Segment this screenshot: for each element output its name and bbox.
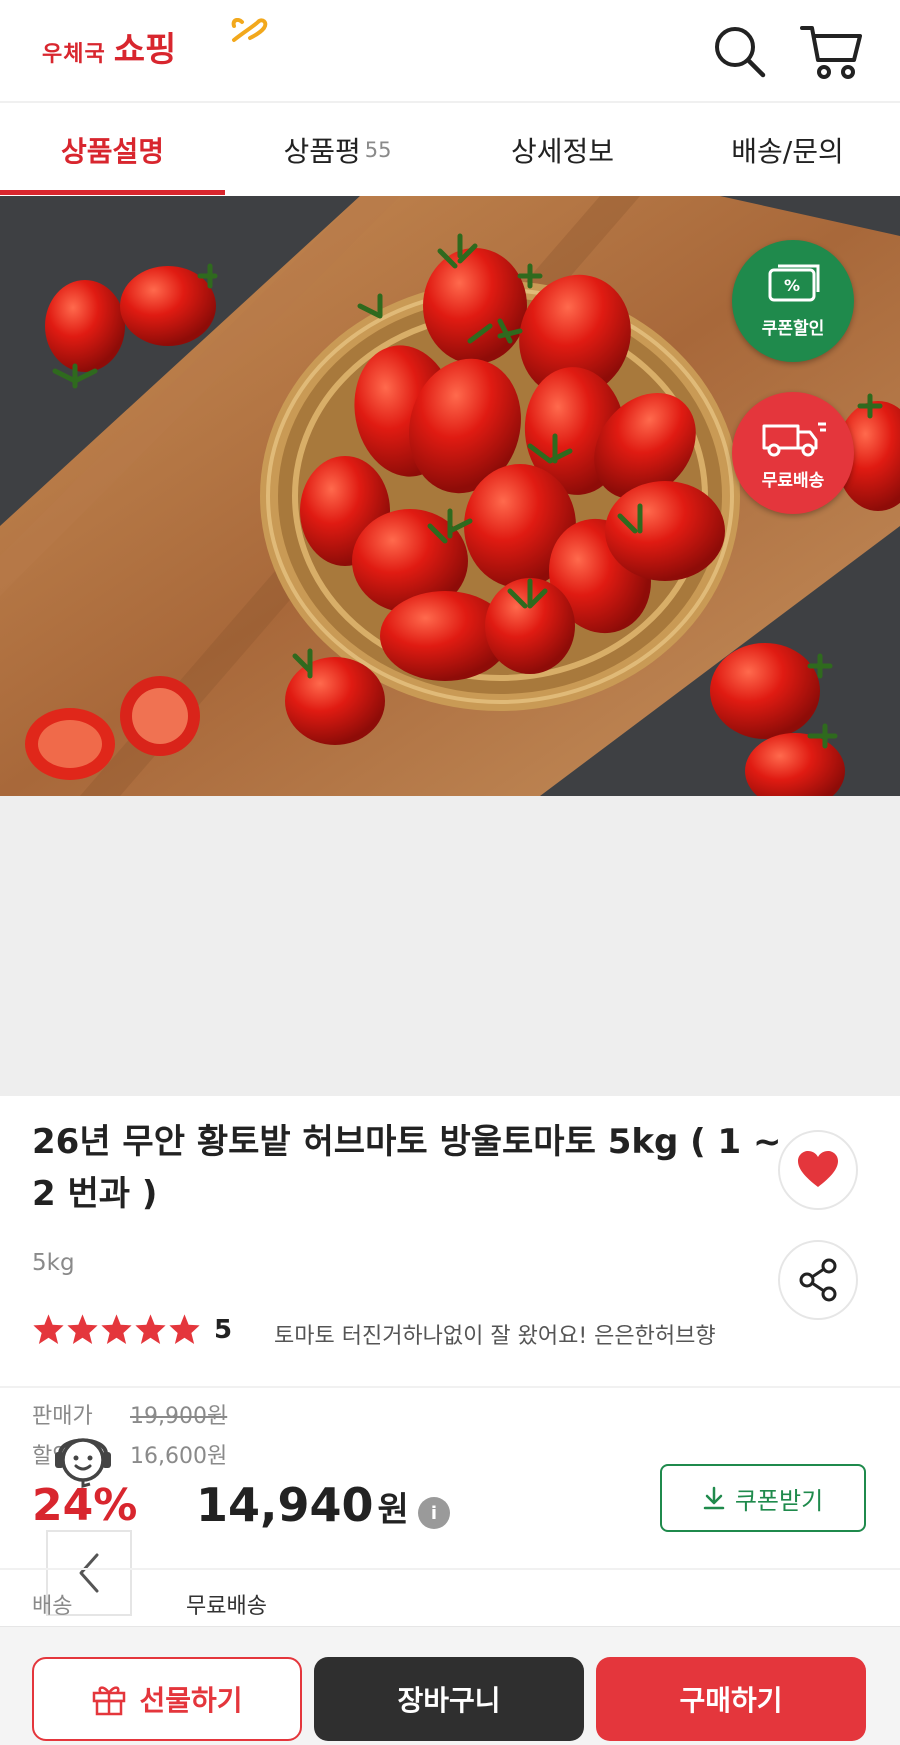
original-price: 19,900원: [130, 1404, 228, 1429]
final-price-unit: 원: [377, 1490, 409, 1530]
star-icon: [169, 1314, 200, 1344]
header: 우체국 쇼핑: [0, 0, 900, 103]
chatbot-icon[interactable]: [52, 1424, 114, 1492]
logo[interactable]: 우체국 쇼핑: [42, 18, 268, 82]
star-icon: [33, 1314, 64, 1344]
review-count: 55: [364, 138, 392, 162]
cart-button-label: 장바구니: [397, 1684, 501, 1717]
tab-label: 배송/문의: [731, 135, 844, 168]
coupon-badge-label: 쿠폰할인: [761, 318, 825, 339]
shipping-badge-label: 무료배송: [761, 470, 825, 491]
tab-shipping-inquiry[interactable]: 배송/문의: [675, 105, 900, 195]
share-button[interactable]: [778, 1240, 858, 1320]
tab-label: 상품평: [283, 135, 361, 168]
tab-reviews[interactable]: 상품평 55: [225, 105, 450, 195]
final-price-value: 14,940: [196, 1478, 374, 1532]
gift-button[interactable]: 선물하기: [32, 1657, 302, 1741]
product-rating[interactable]: 5: [32, 1313, 232, 1346]
coupon-button-label: 쿠폰받기: [734, 1486, 824, 1515]
rating-score: 5: [214, 1314, 233, 1345]
final-price: 14,940 원: [196, 1478, 409, 1532]
tab-details[interactable]: 상세정보: [450, 105, 675, 195]
star-icon: [135, 1314, 166, 1344]
tab-description[interactable]: 상품설명: [0, 105, 225, 195]
star-icon: [101, 1314, 132, 1344]
add-to-cart-button[interactable]: 장바구니: [314, 1657, 584, 1741]
tab-label: 상품설명: [60, 135, 165, 168]
cart-icon: [800, 26, 862, 79]
divider: [0, 1568, 900, 1570]
shipping-label: 배송: [32, 1594, 73, 1619]
gift-icon: [93, 1686, 126, 1716]
bottom-action-bar: 선물하기 장바구니 구매하기: [0, 1626, 900, 1745]
buy-now-button[interactable]: 구매하기: [596, 1657, 866, 1741]
heart-icon: [798, 1151, 838, 1187]
wishlist-button[interactable]: [778, 1130, 858, 1210]
product-option: 5kg: [32, 1250, 75, 1276]
cart-button[interactable]: [800, 20, 862, 82]
free-shipping-badge[interactable]: 무료배송: [732, 392, 854, 514]
search-icon: [715, 27, 766, 78]
product-tabs: 상품설명 상품평 55 상세정보 배송/문의: [0, 105, 900, 195]
search-button[interactable]: [708, 20, 770, 82]
divider: [0, 1386, 900, 1388]
download-icon: [703, 1486, 725, 1510]
image-placeholder-area: [0, 796, 900, 1096]
share-icon: [799, 1258, 837, 1302]
buy-button-label: 구매하기: [679, 1684, 783, 1717]
logo-small-text: 우체국: [42, 42, 106, 67]
star-icon: [67, 1314, 98, 1344]
logo-heart-icon: [231, 18, 268, 42]
coupon-percent-symbol: %: [784, 276, 800, 295]
delivery-truck-icon: [762, 422, 826, 456]
coupon-ticket-icon: %: [768, 264, 820, 301]
discount-price: 16,600원: [130, 1444, 228, 1469]
price-info-icon[interactable]: i: [418, 1497, 450, 1529]
review-snippet[interactable]: 토마토 터진거하나없이 잘 왔어요! 은은한허브향: [274, 1318, 774, 1350]
coupon-discount-badge[interactable]: % 쿠폰할인: [732, 240, 854, 362]
product-title: 26년 무안 황토밭 허브마토 방울토마토 5kg ( 1 ~ 2 번과 ): [32, 1122, 782, 1214]
chevron-left-icon: [79, 1553, 99, 1593]
logo-big-text: 쇼핑: [113, 30, 177, 70]
rating-stars: [32, 1313, 202, 1346]
download-coupon-button[interactable]: 쿠폰받기: [660, 1464, 866, 1532]
tab-label: 상세정보: [510, 135, 615, 168]
shipping-value: 무료배송: [186, 1594, 267, 1619]
gift-button-label: 선물하기: [139, 1684, 243, 1717]
